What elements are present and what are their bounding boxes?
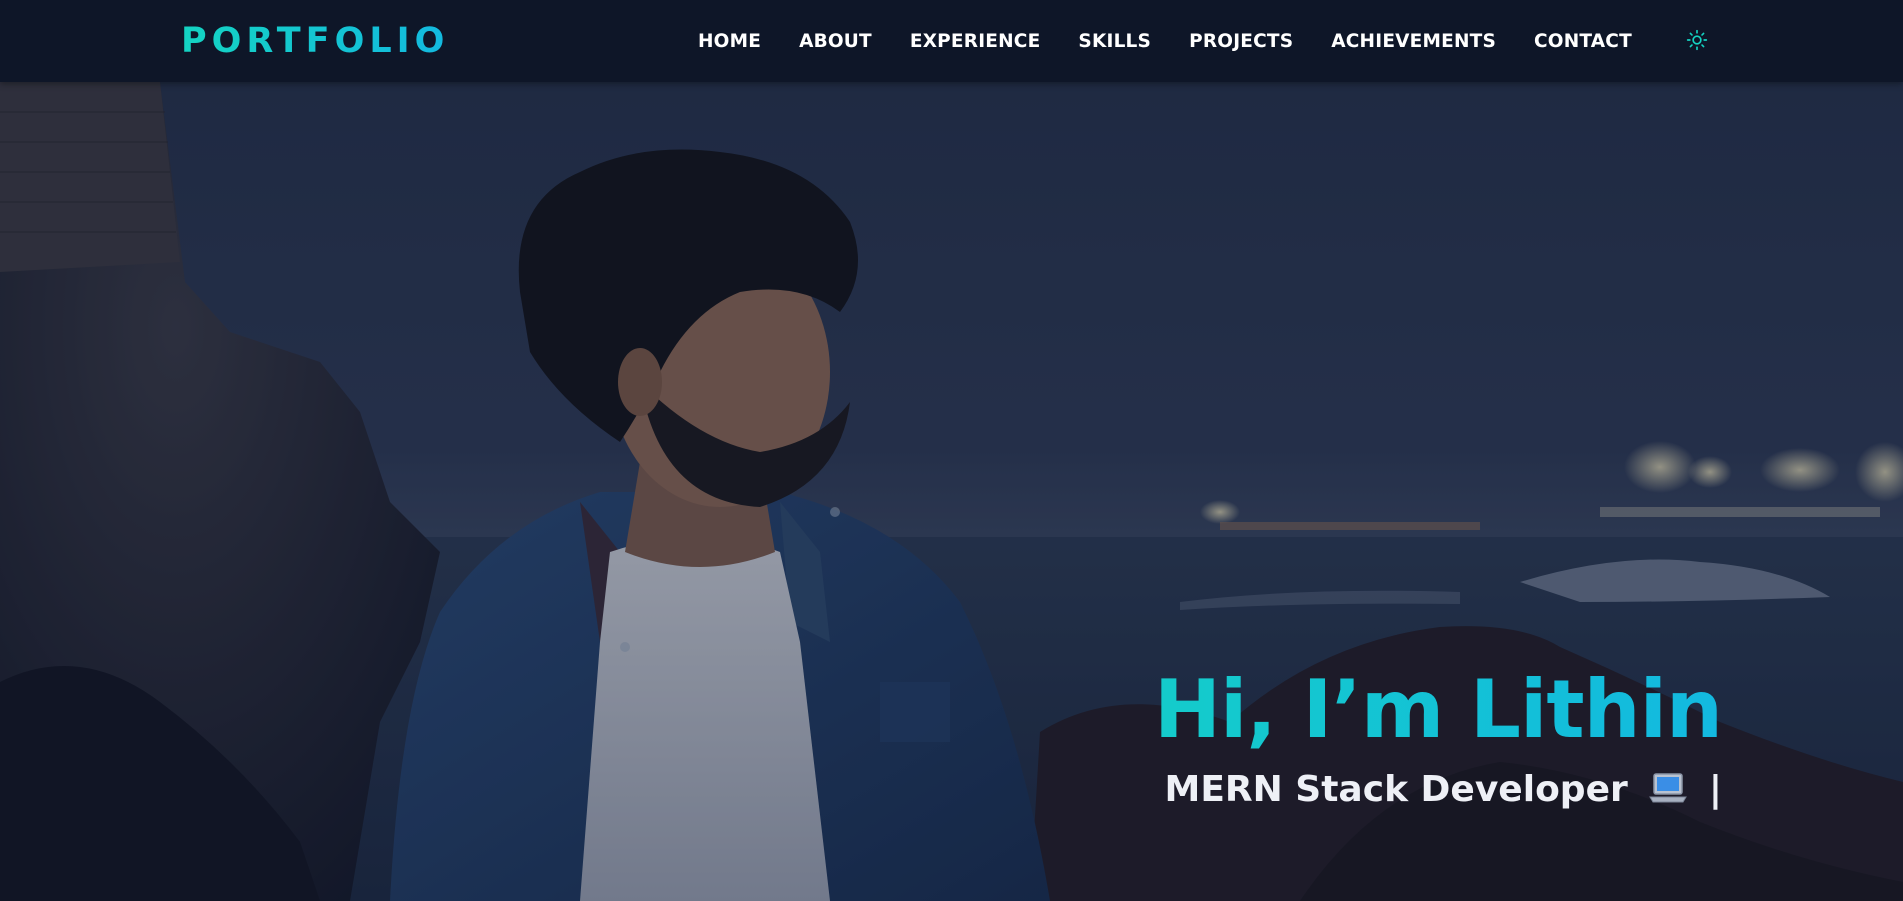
nav-link-about[interactable]: ABOUT bbox=[799, 31, 872, 52]
laptop-icon bbox=[1648, 771, 1688, 820]
nav-link-achievements[interactable]: ACHIEVEMENTS bbox=[1331, 31, 1496, 52]
hero-subtitle: MERN Stack Developer bbox=[1164, 769, 1628, 810]
nav-link-contact[interactable]: CONTACT bbox=[1534, 31, 1632, 52]
logo[interactable]: PORTFOLIO bbox=[181, 18, 449, 64]
typing-cursor: | bbox=[1708, 769, 1722, 810]
hero-section: Hi, I’m Lithin MERN Stack Developer | bbox=[0, 82, 1903, 901]
sun-icon bbox=[1686, 29, 1708, 51]
portfolio-page: PORTFOLIO HOME ABOUT EXPERIENCE SKILLS P… bbox=[0, 0, 1903, 901]
navbar: PORTFOLIO HOME ABOUT EXPERIENCE SKILLS P… bbox=[0, 0, 1903, 82]
nav-link-skills[interactable]: SKILLS bbox=[1078, 31, 1151, 52]
hero-subtitle-line: MERN Stack Developer | bbox=[922, 766, 1723, 820]
nav-link-projects[interactable]: PROJECTS bbox=[1189, 31, 1293, 52]
theme-toggle-button[interactable] bbox=[1684, 27, 1710, 53]
hero-title: Hi, I’m Lithin bbox=[922, 662, 1723, 758]
nav-link-experience[interactable]: EXPERIENCE bbox=[910, 31, 1041, 52]
hero-text-block: Hi, I’m Lithin MERN Stack Developer | bbox=[922, 662, 1723, 820]
nav-links: HOME ABOUT EXPERIENCE SKILLS PROJECTS AC… bbox=[698, 0, 1632, 82]
nav-link-home[interactable]: HOME bbox=[698, 31, 761, 52]
